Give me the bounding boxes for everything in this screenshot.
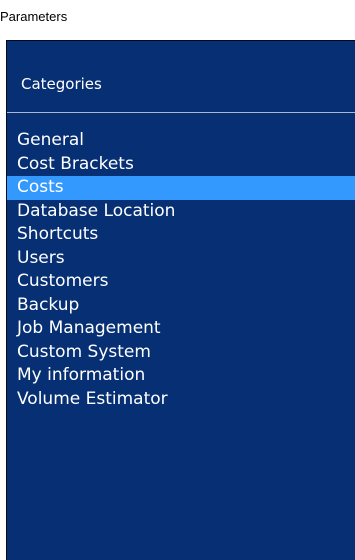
category-item-customers[interactable]: Customers <box>7 270 355 294</box>
category-item-volume-estimator[interactable]: Volume Estimator <box>7 388 355 412</box>
category-item-backup[interactable]: Backup <box>7 294 355 318</box>
category-item-shortcuts[interactable]: Shortcuts <box>7 223 355 247</box>
category-item-users[interactable]: Users <box>7 247 355 271</box>
category-item-general[interactable]: General <box>7 129 355 153</box>
category-item-my-information[interactable]: My information <box>7 364 355 388</box>
category-item-costs[interactable]: Costs <box>7 176 355 200</box>
panel-header: Categories <box>7 41 355 113</box>
window-title: Parameters <box>0 9 68 24</box>
category-item-cost-brackets[interactable]: Cost Brackets <box>7 153 355 177</box>
category-item-custom-system[interactable]: Custom System <box>7 341 355 365</box>
categories-panel: Categories General Cost Brackets Costs D… <box>6 40 355 560</box>
category-item-database-location[interactable]: Database Location <box>7 200 355 224</box>
categories-header-label: Categories <box>21 75 102 93</box>
category-list[interactable]: General Cost Brackets Costs Database Loc… <box>7 129 355 411</box>
category-item-job-management[interactable]: Job Management <box>7 317 355 341</box>
